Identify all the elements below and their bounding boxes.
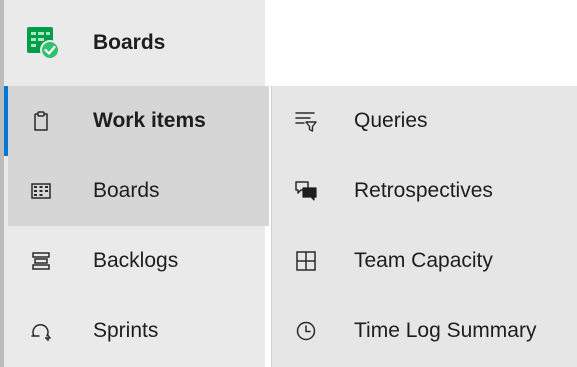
backlog-icon [30, 250, 52, 272]
board-grid-icon [30, 180, 52, 202]
clipboard-icon [30, 110, 52, 132]
grid-icon [294, 249, 318, 273]
nav-item-sprints[interactable]: Sprints [8, 296, 269, 366]
nav-header-boards[interactable]: Boards [8, 0, 269, 86]
flyout-item-label: Team Capacity [354, 249, 493, 272]
filter-list-icon [294, 109, 318, 133]
flyout-item-label: Retrospectives [354, 179, 493, 202]
sprint-icon [30, 320, 52, 342]
left-navigation: Boards Work items Boards Backlogs Sprint… [0, 0, 269, 367]
nav-item-work-items[interactable]: Work items [4, 86, 269, 156]
flyout-item-label: Time Log Summary [354, 319, 537, 342]
flyout-item-label: Queries [354, 109, 428, 132]
boards-app-icon [26, 26, 60, 60]
clock-icon [294, 319, 318, 343]
flyout-item-team-capacity[interactable]: Team Capacity [272, 226, 577, 296]
flyout-item-time-log-summary[interactable]: Time Log Summary [272, 296, 577, 366]
flyout-item-queries[interactable]: Queries [272, 86, 577, 156]
nav-item-boards[interactable]: Boards [8, 156, 269, 226]
boards-menu-screenshot: Boards Work items Boards Backlogs Sprint… [0, 0, 577, 367]
flyout-item-retrospectives[interactable]: Retrospectives [272, 156, 577, 226]
nav-item-label: Sprints [93, 319, 159, 342]
nav-header-label: Boards [93, 31, 166, 54]
nav-item-backlogs[interactable]: Backlogs [8, 226, 269, 296]
chat-bubbles-icon [294, 179, 318, 203]
nav-item-label: Work items [93, 109, 206, 132]
nav-item-label: Boards [93, 179, 160, 202]
nav-item-label: Backlogs [93, 249, 179, 272]
work-items-flyout-menu: Queries Retrospectives Team Capacity Tim… [271, 86, 577, 367]
